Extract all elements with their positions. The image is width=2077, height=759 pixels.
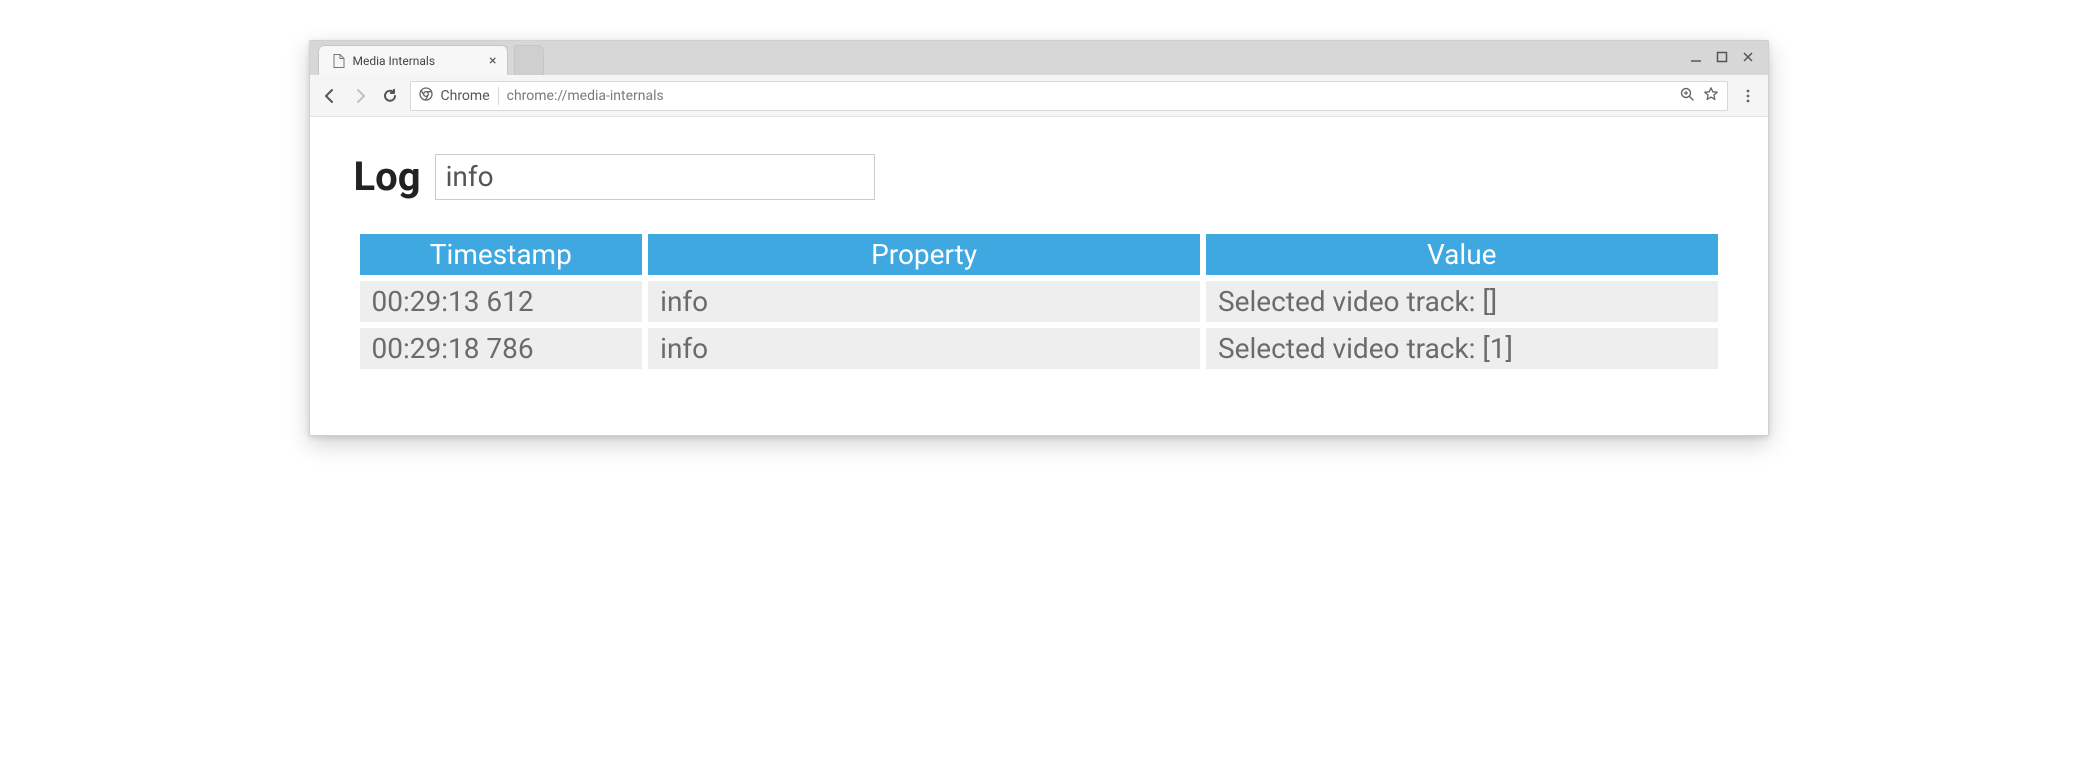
table-row: 00:29:13 612 info Selected video track: … xyxy=(360,281,1718,322)
page-content: Log Timestamp Property Value 00:29:13 61… xyxy=(310,117,1768,435)
cell-value: Selected video track: [] xyxy=(1206,281,1717,322)
cell-property: info xyxy=(648,328,1200,369)
chrome-logo-icon xyxy=(419,87,433,105)
table-header-row: Timestamp Property Value xyxy=(360,234,1718,275)
cell-timestamp: 00:29:13 612 xyxy=(360,281,643,322)
log-filter-input[interactable] xyxy=(435,154,875,200)
cell-value: Selected video track: [1] xyxy=(1206,328,1717,369)
star-icon[interactable] xyxy=(1703,86,1719,106)
omnibox-url: chrome://media-internals xyxy=(507,88,1671,104)
cell-timestamp: 00:29:18 786 xyxy=(360,328,643,369)
col-timestamp[interactable]: Timestamp xyxy=(360,234,643,275)
browser-toolbar: Chrome chrome://media-internals xyxy=(310,75,1768,117)
log-table: Timestamp Property Value 00:29:13 612 in… xyxy=(354,228,1724,375)
close-window-icon[interactable] xyxy=(1742,51,1754,66)
browser-tab-active[interactable]: Media Internals × xyxy=(318,45,508,75)
log-heading: Log xyxy=(354,153,421,200)
cell-property: info xyxy=(648,281,1200,322)
reload-button[interactable] xyxy=(380,86,400,106)
table-row: 00:29:18 786 info Selected video track: … xyxy=(360,328,1718,369)
log-header: Log xyxy=(354,153,1724,200)
omnibox-separator xyxy=(498,87,499,105)
col-value[interactable]: Value xyxy=(1206,234,1717,275)
back-button[interactable] xyxy=(320,86,340,106)
forward-button[interactable] xyxy=(350,86,370,106)
omnibox[interactable]: Chrome chrome://media-internals xyxy=(410,81,1728,111)
maximize-icon[interactable] xyxy=(1716,51,1728,66)
browser-window: Media Internals × xyxy=(309,40,1769,436)
menu-button[interactable] xyxy=(1738,86,1758,106)
minimize-icon[interactable] xyxy=(1690,51,1702,66)
new-tab-button[interactable] xyxy=(514,45,544,75)
omnibox-scheme-label: Chrome xyxy=(441,88,490,104)
tab-title: Media Internals xyxy=(353,54,482,68)
zoom-icon[interactable] xyxy=(1679,86,1695,106)
file-icon xyxy=(333,54,345,68)
window-controls xyxy=(1690,41,1768,75)
close-tab-icon[interactable]: × xyxy=(489,54,496,68)
tab-strip: Media Internals × xyxy=(310,41,1768,75)
col-property[interactable]: Property xyxy=(648,234,1200,275)
